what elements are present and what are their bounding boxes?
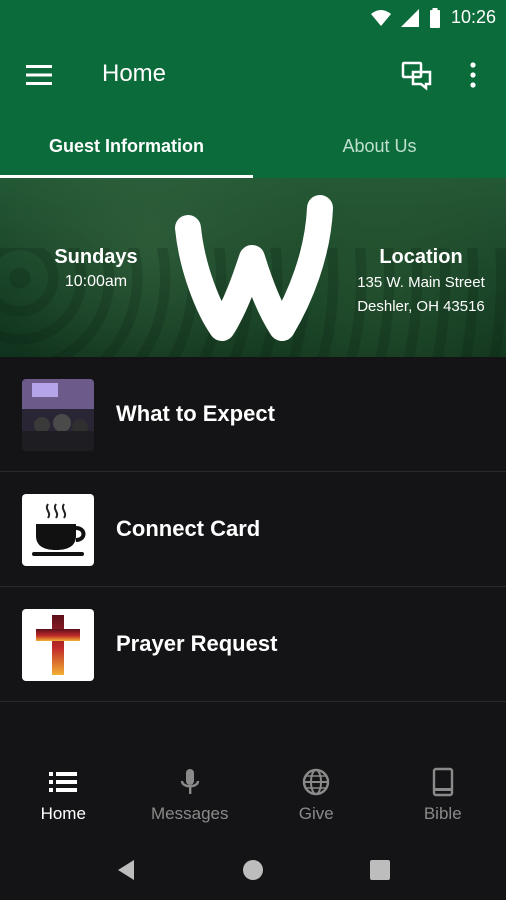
chat-icon[interactable] <box>400 58 434 92</box>
signal-icon <box>400 8 419 27</box>
nav-label: Bible <box>423 804 462 823</box>
nav-bible[interactable]: Bible <box>380 752 506 842</box>
nav-label: Give <box>298 804 334 823</box>
list-item-label: Connect Card <box>116 516 261 541</box>
battery-icon <box>429 7 440 28</box>
nav-label: Messages <box>151 804 229 823</box>
nav-home[interactable]: Home <box>0 752 127 842</box>
list-item-label: Prayer Request <box>116 631 278 656</box>
more-vert-icon[interactable] <box>463 58 483 92</box>
nav-messages[interactable]: Messages <box>127 752 254 842</box>
list-item-label: What to Expect <box>116 401 275 426</box>
address-line-2: Deshler, OH 43516 <box>357 298 485 315</box>
status-icons: 10:26 <box>370 7 496 28</box>
tab-guest-information[interactable]: Guest Information <box>0 116 253 178</box>
book-icon <box>432 767 453 797</box>
location-heading: Location <box>379 246 463 268</box>
bottom-navigation: Home Messages Give Bible <box>0 752 506 842</box>
hero-banner: Sundays 10:00am Location 135 W. Main Str… <box>0 178 506 357</box>
app-bar: Home <box>0 36 506 116</box>
status-time: 10:26 <box>450 7 496 27</box>
list-item-prayer-request[interactable]: Prayer Request <box>0 587 506 702</box>
photo-thumbnail <box>22 379 94 451</box>
list-icon <box>49 772 78 792</box>
wifi-icon <box>370 9 391 26</box>
recents-icon[interactable] <box>366 856 394 884</box>
church-logo <box>175 195 333 341</box>
tab-about-us[interactable]: About Us <box>253 116 506 178</box>
microphone-icon <box>180 769 199 794</box>
list-item-connect-card[interactable]: Connect Card <box>0 472 506 587</box>
nav-label: Home <box>40 804 86 823</box>
cross-icon <box>22 609 94 681</box>
system-navigation-bar <box>0 842 506 900</box>
home-circle-icon[interactable] <box>239 856 267 884</box>
service-hour: 10:00am <box>64 273 128 290</box>
menu-list: What to Expect Connect Card Prayer Reque… <box>0 357 506 702</box>
service-time: Sundays 10:00am <box>36 246 156 291</box>
page-title: Home <box>102 60 167 87</box>
globe-icon <box>303 768 330 796</box>
list-item-what-to-expect[interactable]: What to Expect <box>0 357 506 472</box>
location-info: Location 135 W. Main Street Deshler, OH … <box>346 246 496 317</box>
address-line-1: 135 W. Main Street <box>357 274 485 291</box>
status-bar: 10:26 <box>0 0 506 36</box>
menu-icon[interactable] <box>24 62 54 88</box>
service-day: Sundays <box>54 246 138 268</box>
nav-give[interactable]: Give <box>253 752 380 842</box>
tab-bar: Guest Information About Us <box>0 116 506 178</box>
coffee-cup-icon <box>22 494 94 566</box>
back-icon[interactable] <box>112 856 140 884</box>
